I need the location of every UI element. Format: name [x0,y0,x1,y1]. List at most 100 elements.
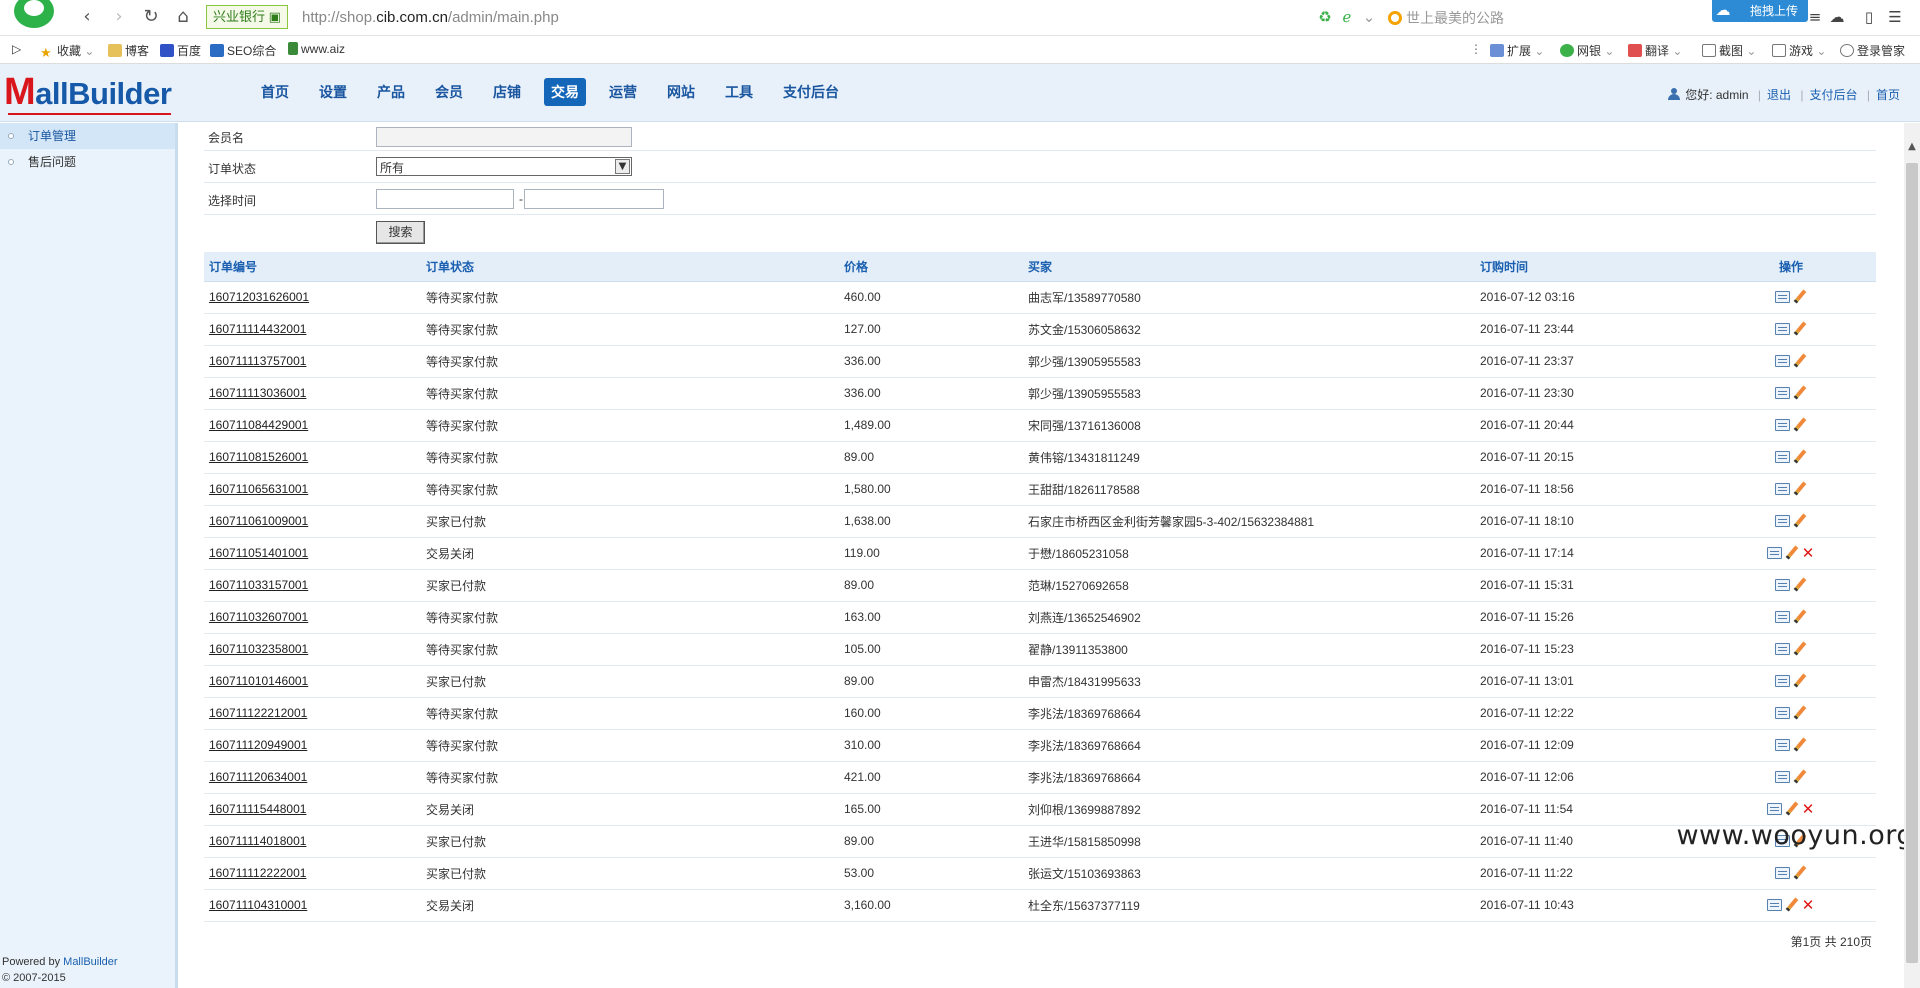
edit-pencil-icon[interactable] [1792,322,1807,336]
view-detail-icon[interactable] [1775,291,1790,304]
edit-pencil-icon[interactable] [1792,610,1807,624]
tool-translate[interactable]: 翻译 ⌄ [1628,42,1682,59]
order-id-link[interactable]: 160711032607001 [209,610,308,624]
edit-pencil-icon[interactable] [1792,770,1807,784]
order-id-link[interactable]: 160711032358001 [209,642,308,656]
order-id-link[interactable]: 160712031626001 [209,290,309,304]
member-name-input[interactable] [376,127,632,147]
order-id-link[interactable]: 160711114432001 [209,322,306,336]
search-button[interactable]: 搜索 [376,221,425,244]
bookmark-blog[interactable]: 博客 [108,42,149,59]
order-id-link[interactable]: 160711113036001 [209,386,306,400]
edit-pencil-icon[interactable] [1792,354,1807,368]
forward-icon[interactable]: › [108,6,130,28]
address-bar[interactable]: http://shop.cib.com.cn/admin/main.php [302,9,559,26]
edit-pencil-icon[interactable] [1792,514,1807,528]
nav-item-8[interactable]: 工具 [718,78,760,106]
nav-item-6[interactable]: 运营 [602,78,644,106]
bank-badge[interactable]: 兴业银行 ▣ [206,5,288,29]
phone-icon[interactable]: ▯ [1860,8,1878,26]
nav-item-9[interactable]: 支付后台 [776,78,846,106]
mallbuilder-link[interactable]: MallBuilder [63,956,117,968]
edit-pencil-icon[interactable] [1792,642,1807,656]
bookmark-seo[interactable]: SEO综合 [210,42,276,59]
nav-item-2[interactable]: 产品 [370,78,412,106]
nav-item-1[interactable]: 设置 [312,78,354,106]
cloud-icon[interactable]: ☁ [1828,8,1846,26]
edit-pencil-icon[interactable] [1792,450,1807,464]
start-date-input[interactable] [376,189,514,209]
view-detail-icon[interactable] [1775,451,1790,464]
edit-pencil-icon[interactable] [1792,706,1807,720]
nav-item-0[interactable]: 首页 [254,78,296,106]
tool-login-manager[interactable]: 登录管家 [1840,42,1905,59]
order-id-link[interactable]: 160711112222001 [209,866,306,880]
view-detail-icon[interactable] [1767,547,1782,560]
more-icon[interactable]: ⋮ [1470,42,1482,56]
view-detail-icon[interactable] [1775,387,1790,400]
sidebar-item-0[interactable]: 订单管理 [0,123,175,149]
payment-admin-link[interactable]: 支付后台 [1810,88,1858,102]
view-detail-icon[interactable] [1767,803,1782,816]
order-id-link[interactable]: 160711033157001 [209,578,308,592]
bookmark-aiz[interactable]: www.aiz [288,42,345,56]
view-detail-icon[interactable] [1775,579,1790,592]
order-id-link[interactable]: 160711114018001 [209,834,306,848]
delete-icon[interactable]: ✕ [1801,898,1815,913]
view-detail-icon[interactable] [1775,771,1790,784]
edit-pencil-icon[interactable] [1792,866,1807,880]
home-icon[interactable]: ⌂ [172,6,194,28]
edit-pencil-icon[interactable] [1792,418,1807,432]
edit-pencil-icon[interactable] [1792,578,1807,592]
view-detail-icon[interactable] [1775,515,1790,528]
edit-pencil-icon[interactable] [1792,290,1807,304]
sidebar-item-1[interactable]: 售后问题 [0,149,175,175]
edit-pencil-icon[interactable] [1792,738,1807,752]
view-detail-icon[interactable] [1775,675,1790,688]
tool-extensions[interactable]: 扩展 ⌄ [1490,42,1544,59]
order-id-link[interactable]: 160711081526001 [209,450,308,464]
edit-pencil-icon[interactable] [1792,482,1807,496]
order-id-link[interactable]: 160711122212001 [209,706,307,720]
order-id-link[interactable]: 160711113757001 [209,354,306,368]
bookmark-favorites[interactable]: ★ 收藏 ⌄ [40,42,94,60]
view-detail-icon[interactable] [1775,643,1790,656]
scrollbar[interactable]: ▲ [1904,123,1920,988]
tool-screenshot[interactable]: 截图 ⌄ [1702,42,1756,59]
ie-mode-icon[interactable]: ℯ [1338,8,1356,26]
order-status-select[interactable]: 所有 ▼ [376,157,632,176]
view-detail-icon[interactable] [1775,707,1790,720]
delete-icon[interactable]: ✕ [1801,546,1815,561]
order-id-link[interactable]: 160711120634001 [209,770,307,784]
home-link[interactable]: 首页 [1876,88,1900,102]
end-date-input[interactable] [524,189,664,209]
view-detail-icon[interactable] [1775,611,1790,624]
nav-item-3[interactable]: 会员 [428,78,470,106]
sidebar-toggle-icon[interactable]: ▷ [12,42,21,56]
search-input[interactable]: 世上最美的公路 [1388,6,1688,30]
order-id-link[interactable]: 160711065631001 [209,482,308,496]
view-detail-icon[interactable] [1775,739,1790,752]
view-detail-icon[interactable] [1775,355,1790,368]
logout-link[interactable]: 退出 [1767,88,1791,102]
nav-item-5[interactable]: 交易 [544,78,586,106]
view-detail-icon[interactable] [1775,419,1790,432]
nav-item-7[interactable]: 网站 [660,78,702,106]
refresh-speed-icon[interactable]: ♻ [1316,8,1334,26]
mallbuilder-logo[interactable]: MallBuilder [4,71,172,115]
view-detail-icon[interactable] [1775,323,1790,336]
order-id-link[interactable]: 160711120949001 [209,738,307,752]
nav-item-4[interactable]: 店铺 [486,78,528,106]
edit-pencil-icon[interactable] [1784,898,1799,912]
order-id-link[interactable]: 160711010146001 [209,674,308,688]
view-detail-icon[interactable] [1767,899,1782,912]
back-icon[interactable]: ‹ [76,6,98,28]
order-id-link[interactable]: 160711115448001 [209,802,306,816]
tool-games[interactable]: 游戏 ⌄ [1772,42,1826,59]
edit-pencil-icon[interactable] [1792,674,1807,688]
order-id-link[interactable]: 160711051401001 [209,546,308,560]
edit-pencil-icon[interactable] [1784,802,1799,816]
tool-ebank[interactable]: 网银 ⌄ [1560,42,1614,59]
view-detail-icon[interactable] [1775,867,1790,880]
scroll-up-icon[interactable]: ▲ [1904,141,1920,155]
